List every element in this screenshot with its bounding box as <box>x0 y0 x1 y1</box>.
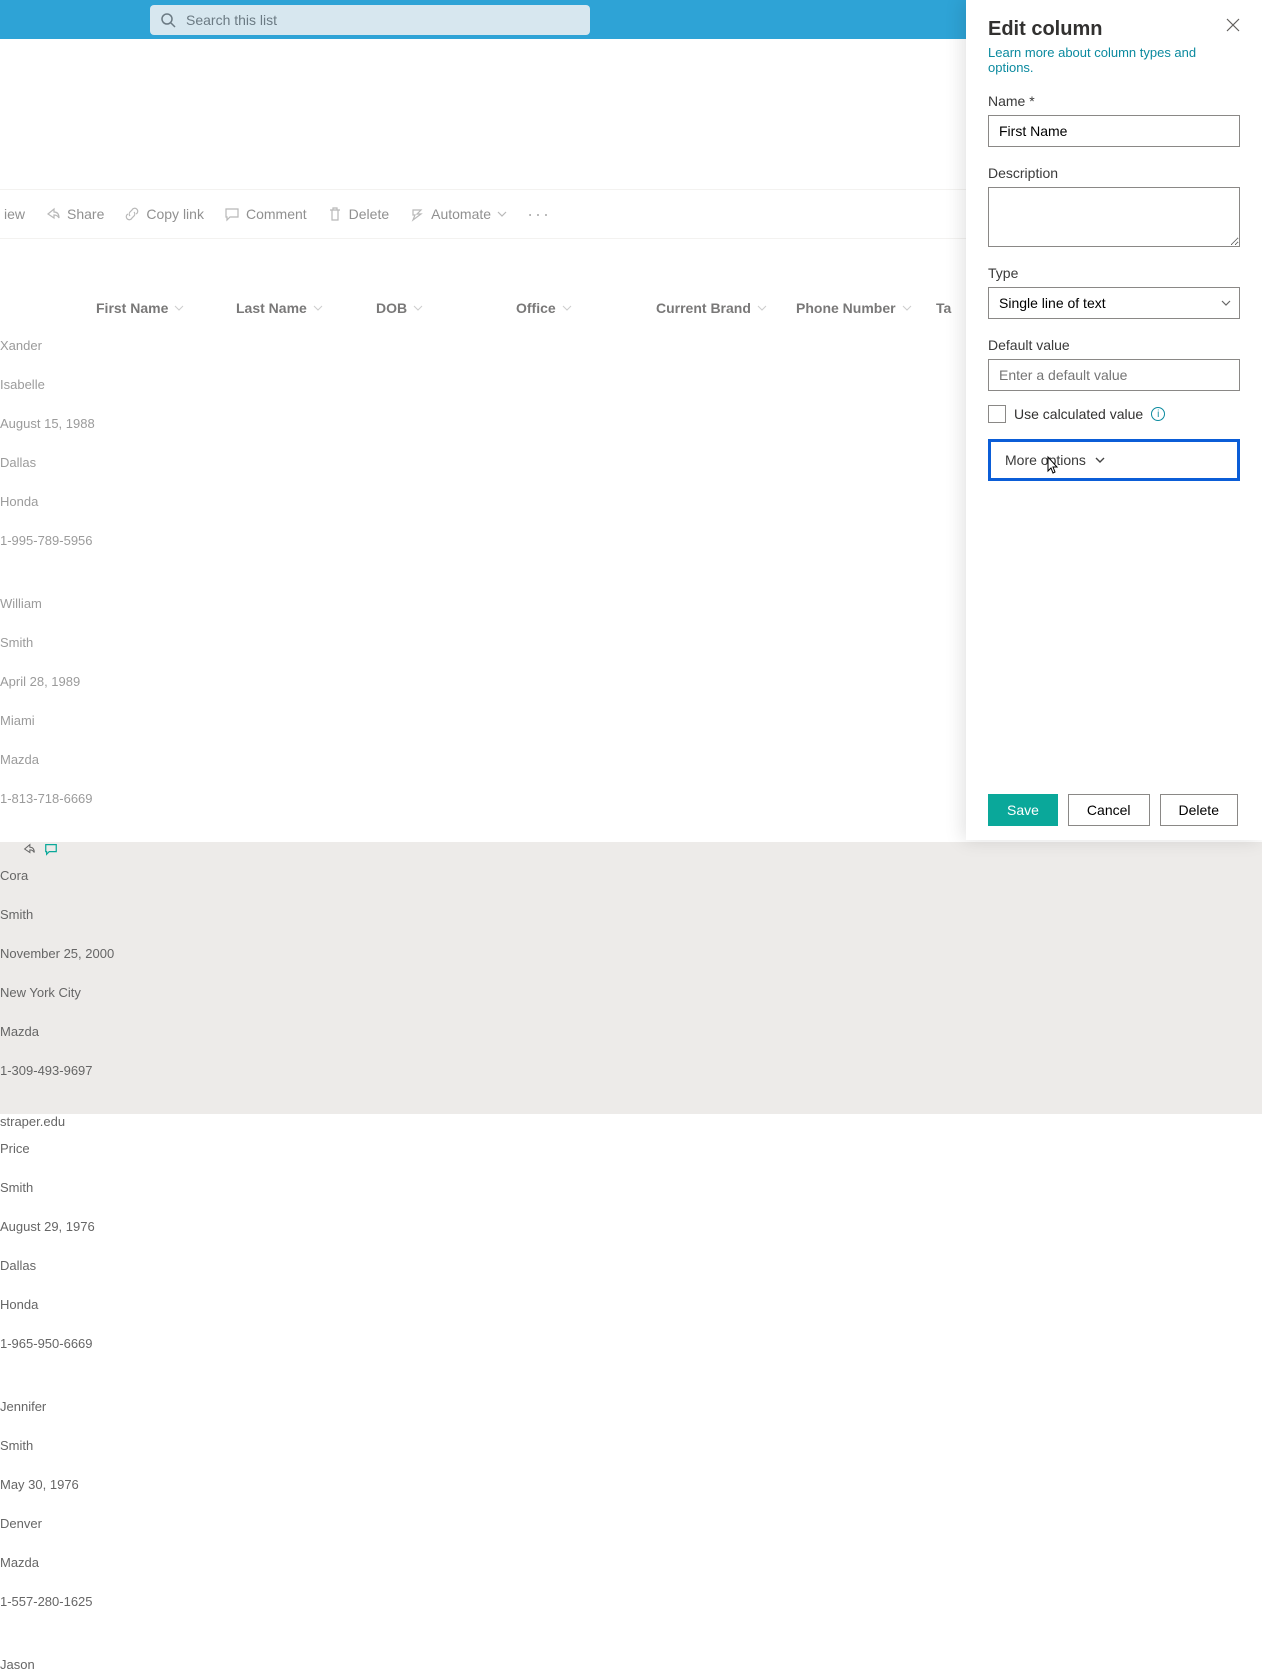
cell-first: Price <box>0 1129 1262 1168</box>
cell-first: Jennifer <box>0 1387 1262 1426</box>
close-icon <box>1226 18 1240 32</box>
row-lead-cell: straper.edu <box>0 1114 1262 1129</box>
copy-link-label: Copy link <box>146 206 204 222</box>
close-button[interactable] <box>1226 18 1240 35</box>
delete-action[interactable]: Delete <box>327 206 389 222</box>
phone-number-header[interactable]: Phone Number <box>796 290 936 326</box>
cell-phone: 1-965-950-6669 <box>0 1324 1262 1363</box>
search-icon <box>160 12 176 28</box>
learn-more-link[interactable]: Learn more about column types and option… <box>988 45 1240 75</box>
info-icon[interactable]: i <box>1151 407 1165 421</box>
save-button[interactable]: Save <box>988 794 1058 826</box>
last-name-header[interactable]: Last Name <box>236 290 376 326</box>
dob-header[interactable]: DOB <box>376 290 516 326</box>
link-icon <box>124 206 140 222</box>
cell-phone: 1-557-280-1625 <box>0 1582 1262 1621</box>
more-actions[interactable]: ··· <box>527 204 551 225</box>
cell-office: New York City <box>0 973 1262 1012</box>
automate-action[interactable]: Automate <box>409 206 507 222</box>
cursor-icon <box>1045 455 1061 475</box>
type-label: Type <box>988 265 1240 281</box>
lead-column-header <box>0 290 96 326</box>
comment-icon[interactable] <box>44 842 58 856</box>
current-brand-header[interactable]: Current Brand <box>656 290 796 326</box>
cell-brand: Mazda <box>0 1543 1262 1582</box>
share-action[interactable]: Share <box>45 206 104 222</box>
cell-brand: Honda <box>0 1285 1262 1324</box>
cell-ta <box>0 1090 1262 1114</box>
delete-label: Delete <box>349 206 389 222</box>
edit-column-panel: Edit column Learn more about column type… <box>966 0 1262 840</box>
cell-dob: November 25, 2000 <box>0 934 1262 973</box>
chevron-down-icon <box>757 303 767 313</box>
office-header[interactable]: Office <box>516 290 656 326</box>
cell-dob: August 29, 1976 <box>0 1207 1262 1246</box>
panel-title: Edit column <box>988 18 1102 41</box>
cancel-button[interactable]: Cancel <box>1068 794 1150 826</box>
first-name-header[interactable]: First Name <box>96 290 236 326</box>
share-label: Share <box>67 206 104 222</box>
name-input[interactable] <box>988 115 1240 147</box>
chevron-down-icon <box>413 303 423 313</box>
type-select[interactable] <box>988 287 1240 319</box>
cell-last: Smith <box>0 1426 1262 1465</box>
cell-last: Smith <box>0 1168 1262 1207</box>
chevron-down-icon <box>1094 454 1106 466</box>
comment-icon <box>224 206 240 222</box>
chevron-down-icon <box>174 303 184 313</box>
search-input[interactable] <box>186 12 580 28</box>
share-icon[interactable] <box>22 842 36 856</box>
search-box[interactable] <box>150 5 590 35</box>
cell-first: Jason <box>0 1645 1262 1680</box>
cell-dob: May 30, 1976 <box>0 1465 1262 1504</box>
cell-ta <box>0 1621 1262 1645</box>
calculated-value-checkbox[interactable] <box>988 405 1006 423</box>
row-lead-cell <box>0 842 1262 856</box>
copy-link-action[interactable]: Copy link <box>124 206 204 222</box>
panel-delete-button[interactable]: Delete <box>1160 794 1238 826</box>
comment-action[interactable]: Comment <box>224 206 307 222</box>
automate-label: Automate <box>431 206 491 222</box>
cell-first: Cora <box>0 856 1262 895</box>
cell-phone: 1-309-493-9697 <box>0 1051 1262 1090</box>
type-value[interactable] <box>988 287 1240 319</box>
view-action[interactable]: iew <box>4 206 25 222</box>
cell-brand: Mazda <box>0 1012 1262 1051</box>
default-value-input[interactable] <box>988 359 1240 391</box>
more-options-toggle[interactable]: More options <box>988 439 1240 481</box>
cell-office: Denver <box>0 1504 1262 1543</box>
chevron-down-icon <box>313 303 323 313</box>
chevron-down-icon <box>562 303 572 313</box>
description-label: Description <box>988 165 1240 181</box>
cell-office: Dallas <box>0 1246 1262 1285</box>
default-value-label: Default value <box>988 337 1240 353</box>
calculated-value-label: Use calculated value <box>1014 406 1143 422</box>
chevron-down-icon <box>497 209 507 219</box>
trash-icon <box>327 206 343 222</box>
name-label: Name * <box>988 93 1240 109</box>
share-icon <box>45 206 61 222</box>
comment-label: Comment <box>246 206 307 222</box>
cell-ta <box>0 1363 1262 1387</box>
description-input[interactable] <box>988 187 1240 247</box>
automate-icon <box>409 206 425 222</box>
cell-last: Smith <box>0 895 1262 934</box>
chevron-down-icon <box>902 303 912 313</box>
